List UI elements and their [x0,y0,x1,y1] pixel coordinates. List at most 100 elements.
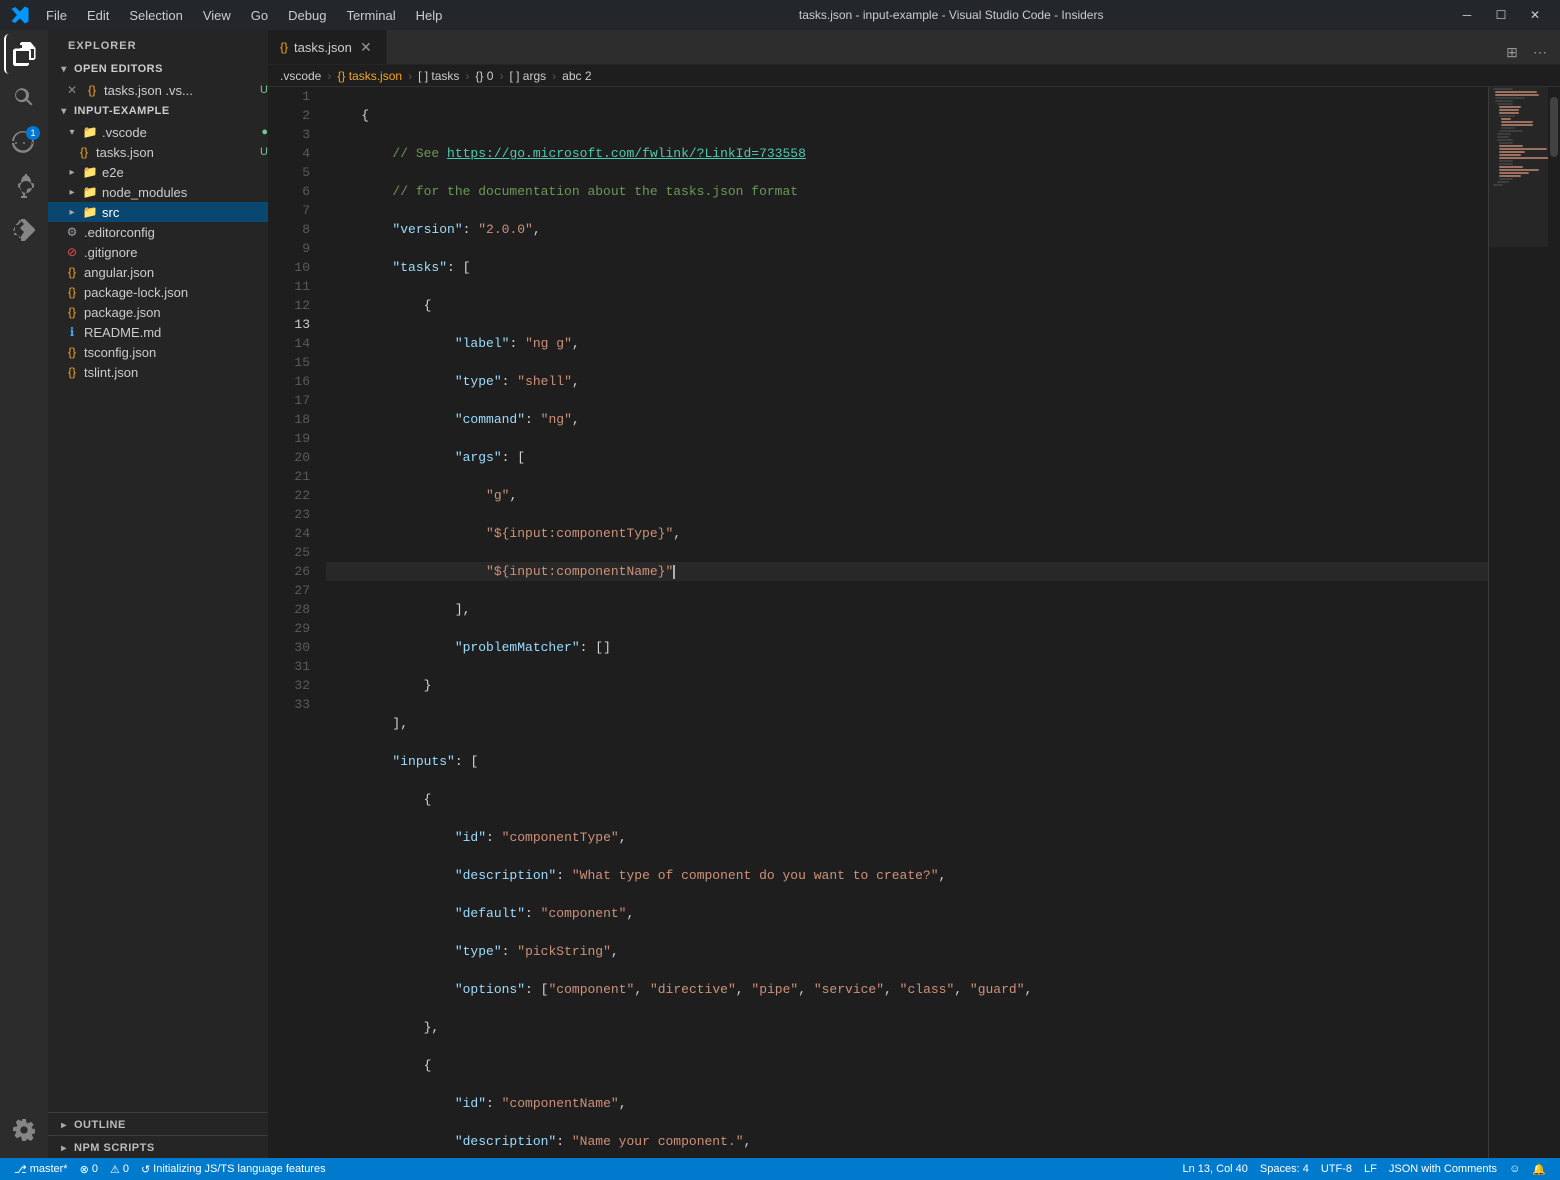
package-json-label: package.json [84,305,268,320]
code-line-18: "inputs": [ [326,752,1488,771]
package-json-file[interactable]: {} package.json [48,302,268,322]
language-mode-status[interactable]: JSON with Comments [1383,1158,1503,1180]
code-line-10: "args": [ [326,448,1488,467]
editor-tab-tasks-json[interactable]: {} tasks.json ✕ [268,30,387,64]
git-branch-status[interactable]: ⎇ master* [8,1158,74,1180]
menu-view[interactable]: View [195,6,239,25]
activity-explorer[interactable] [4,34,44,74]
cursor-position-status[interactable]: Ln 13, Col 40 [1176,1158,1253,1180]
open-editor-tasks-json[interactable]: ✕ {} tasks.json .vs... U [48,80,268,100]
vscode-chevron: ▾ [64,124,80,140]
code-line-23: "type": "pickString", [326,942,1488,961]
code-content[interactable]: { // See https://go.microsoft.com/fwlink… [318,87,1488,1158]
breadcrumb-vscode[interactable]: .vscode [280,69,321,83]
menu-edit[interactable]: Edit [79,6,117,25]
close-icon[interactable]: ✕ [64,82,80,98]
editor-scrollbar[interactable] [1548,87,1560,1158]
menu-help[interactable]: Help [408,6,451,25]
code-line-11: "g", [326,486,1488,505]
code-line-9: "command": "ng", [326,410,1488,429]
sync-icon: ↺ [141,1163,150,1176]
editorconfig-file[interactable]: ⚙ .editorconfig [48,222,268,242]
menu-terminal[interactable]: Terminal [338,6,403,25]
indentation-label: Spaces: 4 [1260,1163,1309,1175]
split-editor-button[interactable]: ⊞ [1500,40,1524,64]
tab-json-icon: {} [280,40,288,54]
warnings-status[interactable]: ⚠ 0 [104,1158,135,1180]
vscode-modified-badge: ● [261,126,268,138]
src-folder[interactable]: ▸ 📁 src [48,202,268,222]
npm-scripts-section[interactable]: ▸ NPM SCRIPTS [48,1135,268,1158]
code-line-16: } [326,676,1488,695]
close-button[interactable]: ✕ [1520,5,1550,25]
project-section[interactable]: ▾ INPUT-EXAMPLE [48,100,268,122]
feedback-status[interactable]: ☺ [1503,1158,1526,1180]
activity-search[interactable] [4,78,44,118]
language-status-item[interactable]: ↺ Initializing JS/TS language features [135,1158,332,1180]
e2e-folder[interactable]: ▸ 📁 e2e [48,162,268,182]
package-lock-file[interactable]: {} package-lock.json [48,282,268,302]
tasks-json-file[interactable]: {} tasks.json U [48,142,268,162]
activity-extensions[interactable] [4,210,44,250]
line-numbers: 1 2 3 4 5 6 7 8 9 10 11 12 13 14 [268,87,318,1158]
tsconfig-file[interactable]: {} tsconfig.json [48,342,268,362]
workspace: 1 EXPLORER ▾ [0,30,1560,1158]
activity-debug[interactable] [4,166,44,206]
notifications-status[interactable]: 🔔 [1526,1158,1552,1180]
code-line-17: ], [326,714,1488,733]
activity-bar: 1 [0,30,48,1158]
menu-go[interactable]: Go [243,6,276,25]
code-line-8: "type": "shell", [326,372,1488,391]
encoding-status[interactable]: UTF-8 [1315,1158,1358,1180]
title-bar: File Edit Selection View Go Debug Termin… [0,0,1560,30]
minimap[interactable] [1488,87,1548,1158]
more-actions-button[interactable]: ⋯ [1528,40,1552,64]
scrollbar-thumb[interactable] [1550,97,1558,157]
breadcrumb-tasks[interactable]: [ ] tasks [418,69,459,83]
line-ending-status[interactable]: LF [1358,1158,1383,1180]
menu-file[interactable]: File [38,6,75,25]
node-modules-folder[interactable]: ▸ 📁 node_modules [48,182,268,202]
minimize-button[interactable]: ─ [1452,5,1482,25]
errors-status[interactable]: ⊗ 0 [74,1158,104,1180]
menu-selection[interactable]: Selection [121,6,190,25]
language-status-label: Initializing JS/TS language features [153,1163,325,1175]
maximize-button[interactable]: ☐ [1486,5,1516,25]
breadcrumb-args[interactable]: [ ] args [509,69,546,83]
src-chevron: ▸ [64,204,80,220]
angular-json-label: angular.json [84,265,268,280]
breadcrumb-tasksjson[interactable]: {} tasks.json [337,69,402,83]
breadcrumb-2[interactable]: abc 2 [562,69,591,83]
source-control-badge: 1 [26,126,40,140]
code-line-22: "default": "component", [326,904,1488,923]
outline-section[interactable]: ▸ OUTLINE [48,1112,268,1135]
menu-debug[interactable]: Debug [280,6,334,25]
breadcrumb-0[interactable]: {} 0 [475,69,493,83]
angular-json-file[interactable]: {} angular.json [48,262,268,282]
editorconfig-label: .editorconfig [84,225,268,240]
gitignore-label: .gitignore [84,245,268,260]
tslint-file[interactable]: {} tslint.json [48,362,268,382]
e2e-chevron: ▸ [64,164,80,180]
language-mode-label: JSON with Comments [1389,1163,1497,1175]
readme-file[interactable]: ℹ README.md [48,322,268,342]
package-lock-icon: {} [64,284,80,300]
vscode-folder[interactable]: ▾ 📁 .vscode ● [48,122,268,142]
breadcrumb-sep-3: › [465,69,469,83]
src-folder-icon: 📁 [82,204,98,220]
open-editors-section[interactable]: ▾ OPEN EDITORS [48,58,268,80]
code-line-20: "id": "componentType", [326,828,1488,847]
activity-source-control[interactable]: 1 [4,122,44,162]
code-line-25: }, [326,1018,1488,1037]
breadcrumb-sep-2: › [408,69,412,83]
code-line-14: ], [326,600,1488,619]
error-count: 0 [92,1163,98,1175]
breadcrumb-sep-1: › [327,69,331,83]
code-line-1: { [326,106,1488,125]
sidebar-header: EXPLORER [48,30,268,58]
tab-close-button[interactable]: ✕ [358,39,374,55]
error-icon: ⊗ [80,1163,89,1176]
indentation-status[interactable]: Spaces: 4 [1254,1158,1315,1180]
activity-settings[interactable] [4,1110,44,1150]
gitignore-file[interactable]: ⊘ .gitignore [48,242,268,262]
